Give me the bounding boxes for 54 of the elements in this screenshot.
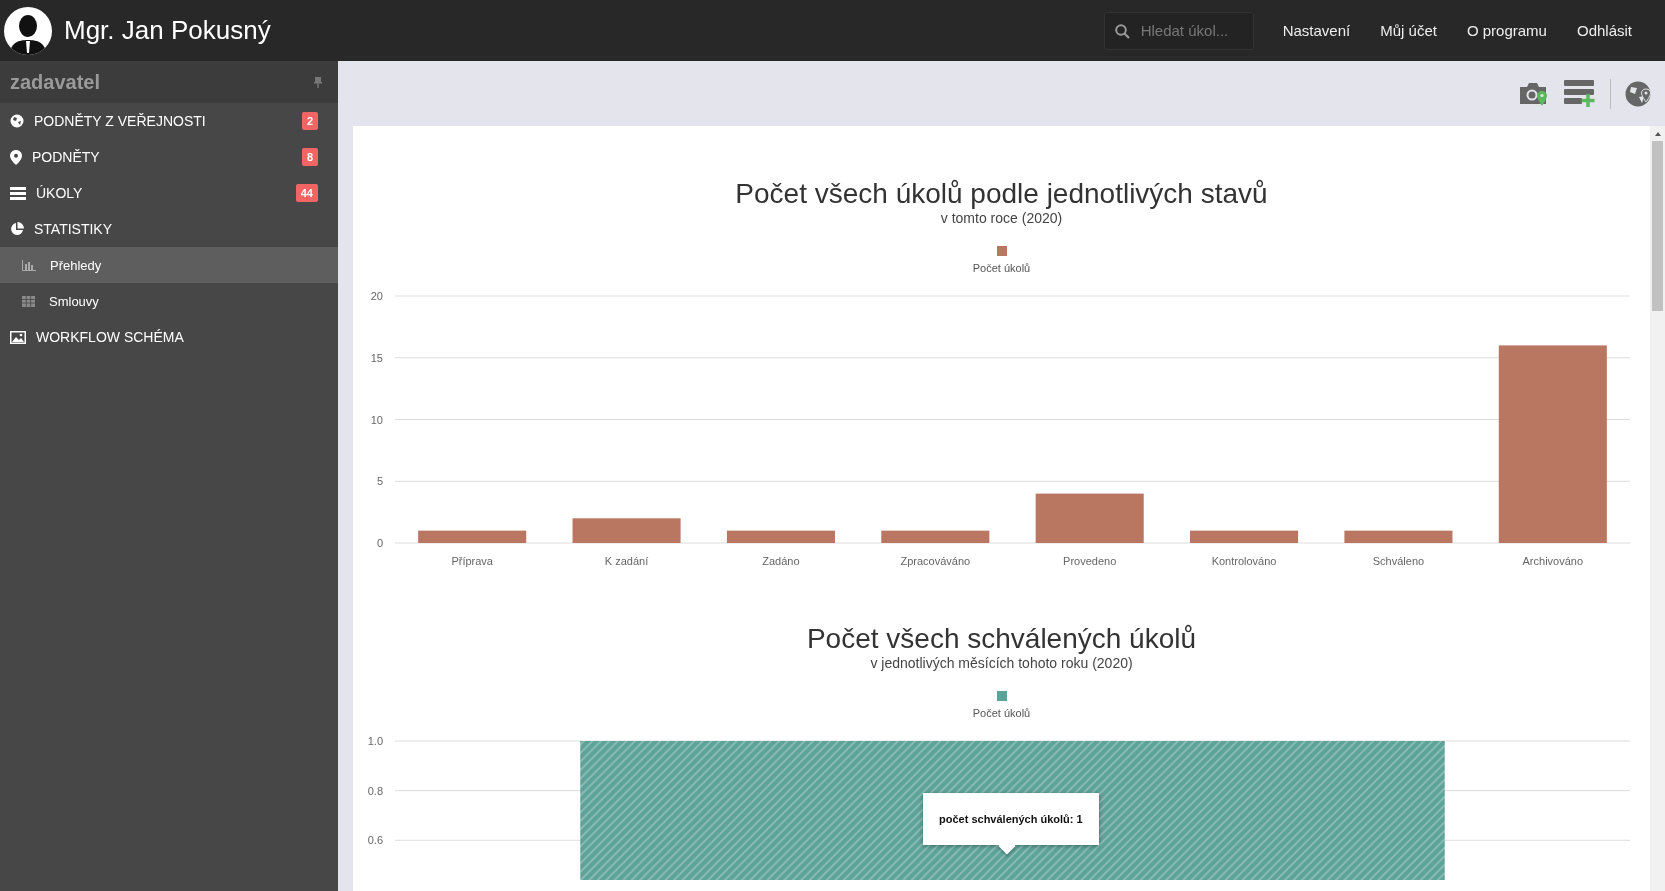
x-axis-label: Schváleno (1372, 555, 1425, 567)
y-axis-label: 0.6 (367, 834, 383, 847)
globe-icon (10, 114, 24, 128)
y-axis-label: 1.0 (367, 735, 383, 747)
x-axis-label: Zpracováváno (900, 555, 971, 567)
sidebar-item[interactable]: ÚKOLY 44 (0, 175, 338, 211)
x-axis-label: Příprava (451, 555, 493, 567)
add-list-icon[interactable] (1564, 80, 1596, 107)
user-name: Mgr. Jan Pokusný (64, 15, 272, 46)
x-axis-label: Provedeno (1063, 555, 1117, 567)
legend-label: Počet úkolů (972, 707, 1031, 719)
image-icon (10, 330, 26, 344)
nav-link[interactable]: Nastavení (1282, 22, 1351, 39)
y-axis-label: 20 (370, 290, 383, 302)
pie-chart-icon (10, 222, 24, 236)
count-badge: 2 (301, 112, 318, 130)
bar-chart-icon (22, 259, 36, 271)
nav-link[interactable]: O programu (1466, 22, 1547, 39)
list-icon (10, 186, 26, 200)
scroll-up-arrow-icon[interactable] (1653, 131, 1662, 137)
y-axis-label: 10 (370, 413, 383, 426)
y-axis-label: 0 (376, 537, 383, 549)
search-icon (1114, 23, 1130, 39)
x-axis-label: Archivováno (1522, 555, 1584, 567)
sidebar-item[interactable]: Přehledy (0, 247, 338, 283)
x-axis-label: Zadáno (762, 555, 800, 567)
table-icon (22, 295, 35, 307)
camera-pin-icon[interactable] (1520, 80, 1550, 107)
legend-label: Počet úkolů (972, 262, 1031, 274)
y-axis-label: 5 (376, 475, 383, 488)
chart-title: Počet všech schválených úkolů (806, 623, 1197, 655)
search-field[interactable]: Hledat úkol... (1103, 11, 1254, 50)
sidebar-item[interactable]: Smlouvy (0, 283, 338, 319)
chart-subtitle: v tomto roce (2020) (940, 210, 1063, 226)
sidebar-item[interactable]: PODNĚTY 8 (0, 139, 338, 175)
nav-link[interactable]: Odhlásit (1576, 22, 1632, 39)
count-badge: 8 (301, 148, 318, 166)
map-pin-icon (10, 149, 22, 165)
x-axis-label: Kontrolováno (1211, 555, 1277, 567)
sidebar-title: zadavatel (10, 70, 101, 94)
avatar-silhouette-icon (4, 6, 52, 55)
chart-title: Počet všech úkolů podle jednotlivých stavů (735, 178, 1268, 210)
count-badge: 44 (295, 184, 318, 202)
sidebar-item[interactable]: STATISTIKY (0, 211, 338, 247)
nav-link[interactable]: Můj účet (1380, 22, 1437, 39)
y-axis-label: 0.8 (367, 784, 383, 797)
y-axis-label: 15 (370, 351, 383, 364)
x-axis-label: K zadání (604, 555, 649, 567)
sidebar-item[interactable]: WORKFLOW SCHÉMA (0, 319, 338, 355)
sidebar-item[interactable]: PODNĚTY Z VEŘEJNOSTI 2 (0, 103, 338, 139)
scrollbar-track[interactable] (1650, 126, 1665, 891)
chart-subtitle: v jednotlivých měsících tohoto roku (2020) (870, 655, 1133, 671)
pin-icon[interactable] (314, 76, 322, 88)
scrollbar-thumb[interactable] (1652, 141, 1663, 311)
